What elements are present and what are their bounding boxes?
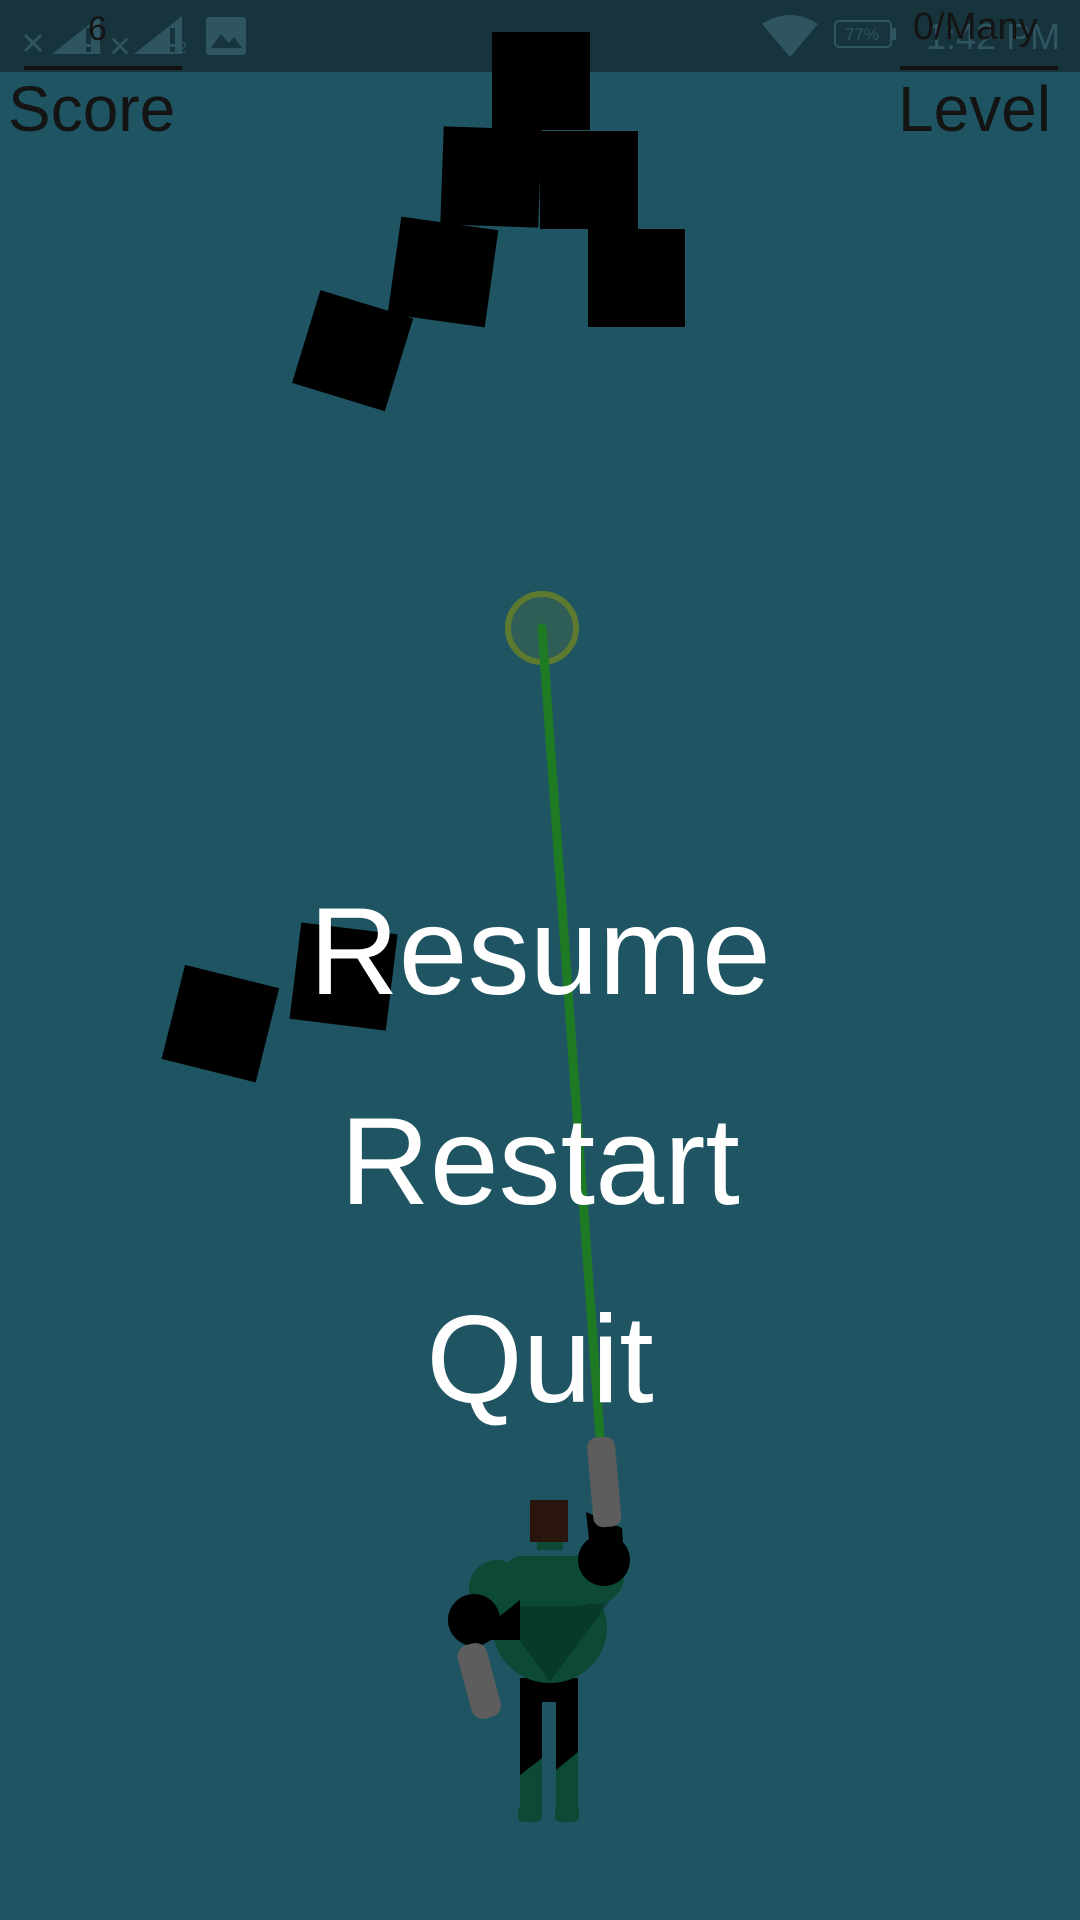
block <box>540 131 638 229</box>
block <box>387 216 499 328</box>
level-label: Level <box>898 73 1051 145</box>
restart-button[interactable]: Restart <box>0 1092 1080 1232</box>
block <box>492 32 590 130</box>
hero-head <box>530 1500 568 1542</box>
quit-button[interactable]: Quit <box>0 1290 1080 1430</box>
score-label: Score <box>8 73 176 145</box>
hero-character <box>448 1436 630 1822</box>
hero-arm-left <box>457 1643 501 1719</box>
hero-foot-left <box>518 1806 542 1822</box>
block <box>588 229 685 327</box>
level-value: 0/Many <box>913 6 1038 48</box>
game-screen: 1 2 77% 1:42 PM 6 Score 0/Many Level Res… <box>0 0 1080 1920</box>
score-divider <box>24 66 182 70</box>
block <box>440 126 542 228</box>
score-value: 6 <box>88 10 107 48</box>
resume-button[interactable]: Resume <box>0 882 1080 1022</box>
level-divider <box>900 66 1058 70</box>
hero-foot-right <box>555 1806 579 1822</box>
hero-arm-right <box>587 1436 622 1528</box>
